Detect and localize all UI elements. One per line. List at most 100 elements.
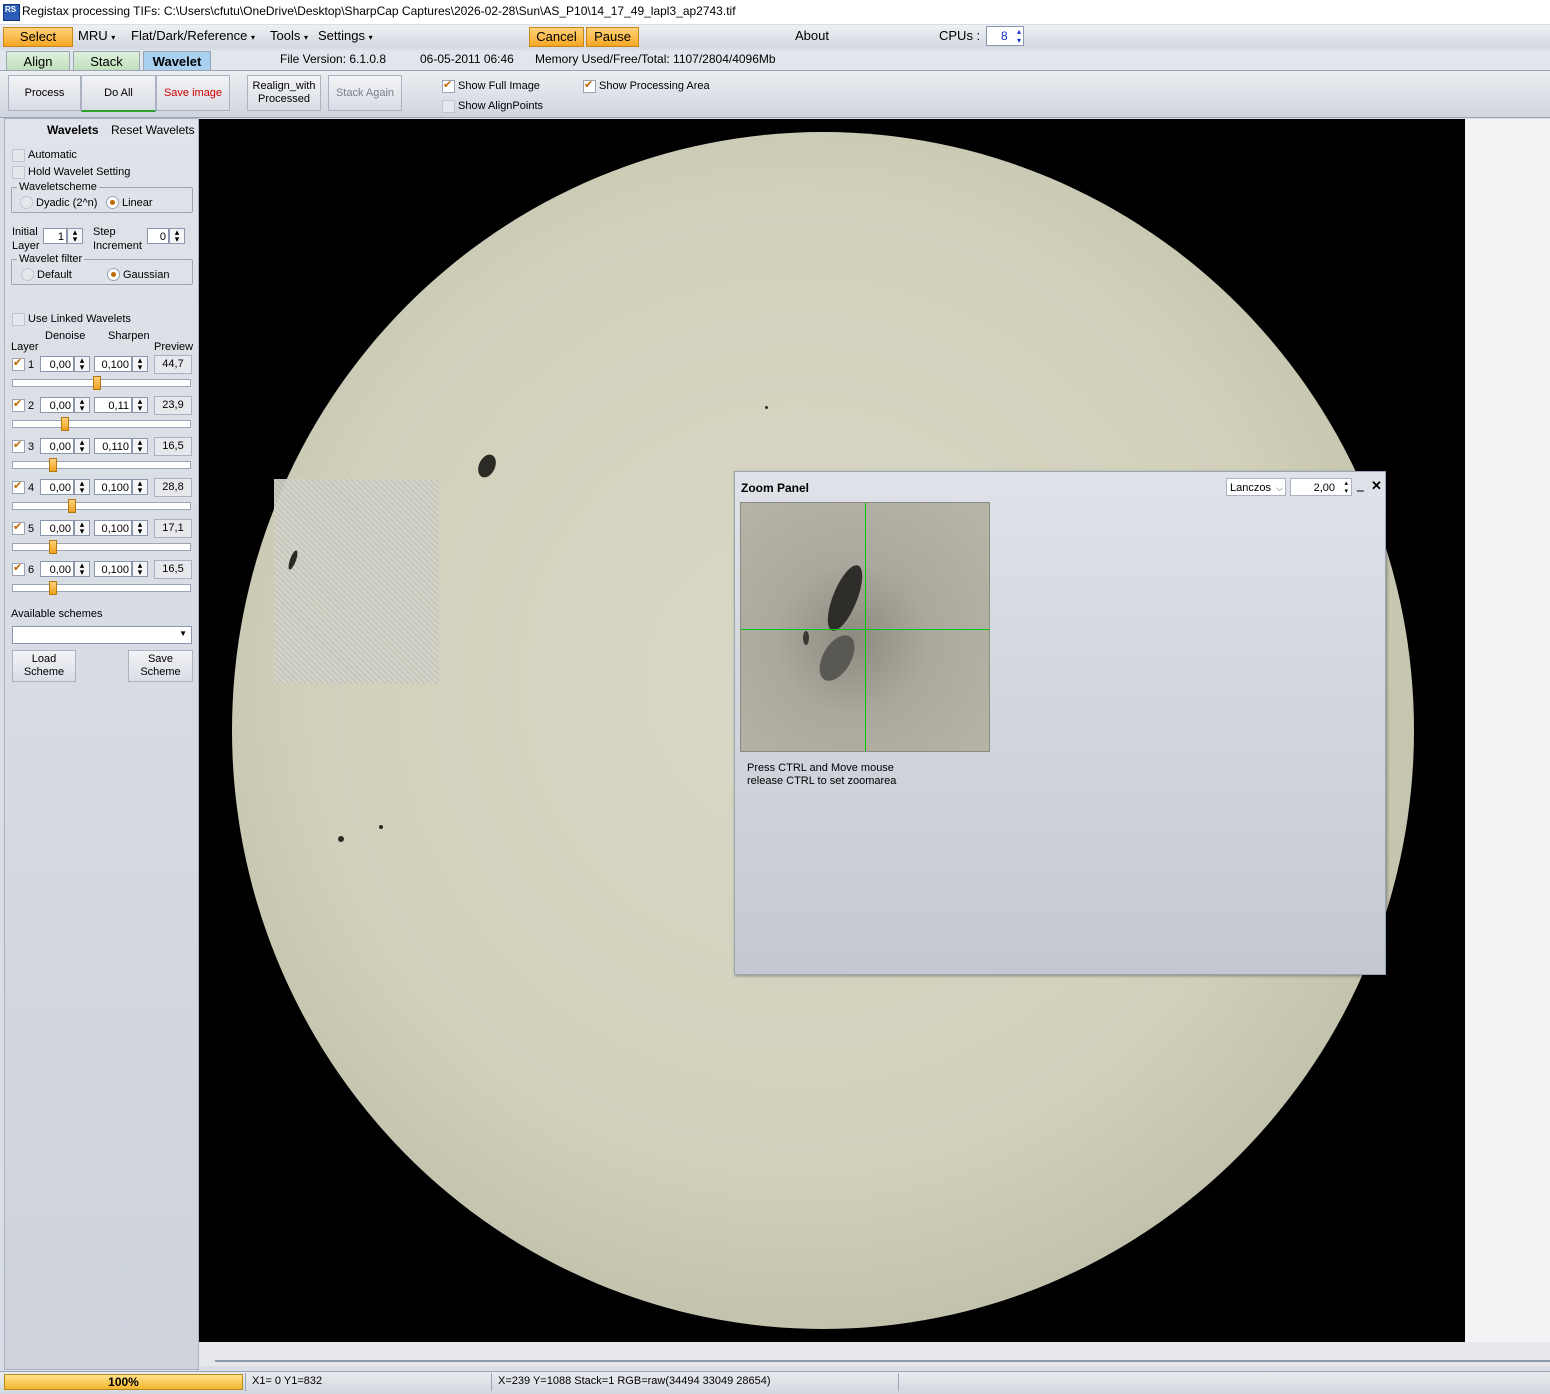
zoom-panel[interactable]: Zoom Panel Lanczos ⌵ 2,00 ▴ ▾ ‗ ✕ Press C… xyxy=(734,471,1386,975)
layer-preview-value[interactable]: 23,9 xyxy=(154,396,192,415)
layer-sharpen-slider[interactable] xyxy=(12,417,191,431)
realign-processed-button[interactable]: Realign_with Processed xyxy=(247,75,321,111)
layer-denoise-input[interactable]: 0,00 xyxy=(40,438,74,454)
layer-denoise-input[interactable]: 0,00 xyxy=(40,397,74,413)
sharpen-spin-icon[interactable]: ▴ ▾ xyxy=(132,438,148,454)
denoise-spin-icon[interactable]: ▴ ▾ xyxy=(74,520,90,536)
layer-sharpen-input[interactable]: 0,100 xyxy=(94,561,132,577)
save-image-button[interactable]: Save image xyxy=(156,75,230,111)
schemes-dropdown[interactable]: ▼ xyxy=(12,626,192,644)
menu-flat-dark-reference[interactable]: Flat/Dark/Reference ▾ xyxy=(131,28,255,43)
reset-wavelets-button[interactable]: Reset Wavelets xyxy=(111,123,195,137)
denoise-spin-icon[interactable]: ▴ ▾ xyxy=(74,397,90,413)
scrollbar-track[interactable] xyxy=(215,1360,1550,1362)
menu-about[interactable]: About xyxy=(795,28,829,43)
chevron-down-icon: ▾ xyxy=(111,33,116,42)
show-processing-area-checkbox[interactable] xyxy=(583,78,596,93)
process-button[interactable]: Process xyxy=(8,75,81,111)
step-increment-input[interactable]: 0 xyxy=(147,228,169,244)
layer-denoise-input[interactable]: 0,00 xyxy=(40,561,74,577)
layer-sharpen-slider[interactable] xyxy=(12,540,191,554)
sharpen-spin-icon[interactable]: ▴ ▾ xyxy=(132,520,148,536)
load-scheme-button[interactable]: Load Scheme xyxy=(12,650,76,682)
layer-enable-checkbox[interactable] xyxy=(12,397,25,412)
layer-enable-checkbox[interactable] xyxy=(12,520,25,535)
filter-default-radio[interactable] xyxy=(21,268,34,281)
slider-thumb[interactable] xyxy=(49,458,57,472)
denoise-spin-icon[interactable]: ▴ ▾ xyxy=(74,356,90,372)
cpus-spinner[interactable]: 8 ▴ ▾ xyxy=(986,26,1024,46)
sunspot xyxy=(765,406,768,409)
show-full-image-checkbox[interactable] xyxy=(442,78,455,93)
layer-sharpen-slider[interactable] xyxy=(12,499,191,513)
layer-sharpen-input[interactable]: 0,11 xyxy=(94,397,132,413)
layer-denoise-input[interactable]: 0,00 xyxy=(40,356,74,372)
tab-stack[interactable]: Stack xyxy=(73,51,140,70)
menu-mru[interactable]: MRU ▾ xyxy=(78,28,115,43)
dyadic-radio[interactable] xyxy=(20,196,33,209)
layer-sharpen-input[interactable]: 0,100 xyxy=(94,356,132,372)
layer-header: Layer xyxy=(11,341,39,353)
layer-sharpen-input[interactable]: 0,100 xyxy=(94,479,132,495)
layer-sharpen-input[interactable]: 0,110 xyxy=(94,438,132,454)
wavelet-panel: Wavelets Reset Wavelets Automatic Hold W… xyxy=(4,118,199,1370)
layer-sharpen-slider[interactable] xyxy=(12,581,191,595)
slider-thumb[interactable] xyxy=(61,417,69,431)
initial-layer-input[interactable]: 1 xyxy=(43,228,67,244)
sharpen-spin-icon[interactable]: ▴ ▾ xyxy=(132,356,148,372)
tab-wavelet[interactable]: Wavelet xyxy=(143,51,211,70)
hold-wavelet-label: Hold Wavelet Setting xyxy=(28,166,131,178)
layer-sharpen-slider[interactable] xyxy=(12,458,191,472)
layer-preview-value[interactable]: 16,5 xyxy=(154,560,192,579)
denoise-spin-icon[interactable]: ▴ ▾ xyxy=(74,561,90,577)
select-button[interactable]: Select xyxy=(3,27,73,47)
slider-thumb[interactable] xyxy=(93,376,101,390)
hold-wavelet-checkbox[interactable] xyxy=(12,166,25,179)
horizontal-scrollbar[interactable] xyxy=(199,1342,1550,1366)
layer-preview-value[interactable]: 17,1 xyxy=(154,519,192,538)
sharpen-spin-icon[interactable]: ▴ ▾ xyxy=(132,561,148,577)
sunspot xyxy=(338,836,344,842)
initial-layer-spin-icon[interactable]: ▴ ▾ xyxy=(67,228,83,244)
automatic-checkbox[interactable] xyxy=(12,149,25,162)
stack-again-button[interactable]: Stack Again xyxy=(328,75,402,111)
layer-enable-checkbox[interactable] xyxy=(12,479,25,494)
slider-thumb[interactable] xyxy=(68,499,76,513)
layer-denoise-input[interactable]: 0,00 xyxy=(40,520,74,536)
do-all-button[interactable]: Do All xyxy=(81,75,156,112)
spin-arrows-icon[interactable]: ▴ ▾ xyxy=(1344,480,1348,496)
layer-preview-value[interactable]: 28,8 xyxy=(154,478,192,497)
layer-enable-checkbox[interactable] xyxy=(12,356,25,371)
denoise-spin-icon[interactable]: ▴ ▾ xyxy=(74,479,90,495)
sharpen-spin-icon[interactable]: ▴ ▾ xyxy=(132,397,148,413)
pause-button[interactable]: Pause xyxy=(586,27,639,47)
layer-sharpen-slider[interactable] xyxy=(12,376,191,390)
sharpen-header: Sharpen xyxy=(108,330,150,342)
menu-tools[interactable]: Tools ▾ xyxy=(270,28,308,43)
minimize-icon[interactable]: ‗ xyxy=(1357,478,1364,492)
step-increment-spin-icon[interactable]: ▴ ▾ xyxy=(169,228,185,244)
layer-enable-checkbox[interactable] xyxy=(12,561,25,576)
cancel-button[interactable]: Cancel xyxy=(529,27,584,47)
zoom-filter-select[interactable]: Lanczos ⌵ xyxy=(1226,478,1286,496)
sharpen-spin-icon[interactable]: ▴ ▾ xyxy=(132,479,148,495)
layer-preview-value[interactable]: 16,5 xyxy=(154,437,192,456)
menu-settings[interactable]: Settings ▾ xyxy=(318,28,373,43)
denoise-spin-icon[interactable]: ▴ ▾ xyxy=(74,438,90,454)
layer-sharpen-input[interactable]: 0,100 xyxy=(94,520,132,536)
use-linked-wavelets-checkbox[interactable] xyxy=(12,313,25,326)
layer-preview-value[interactable]: 44,7 xyxy=(154,355,192,374)
filter-gaussian-radio[interactable] xyxy=(107,268,120,281)
close-icon[interactable]: ✕ xyxy=(1371,478,1382,494)
layer-denoise-input[interactable]: 0,00 xyxy=(40,479,74,495)
zoom-factor-spinner[interactable]: 2,00 ▴ ▾ xyxy=(1290,478,1352,496)
linear-radio[interactable] xyxy=(106,196,119,209)
spin-arrows-icon[interactable]: ▴ ▾ xyxy=(1017,27,1021,45)
memory-info: Memory Used/Free/Total: 1107/2804/4096Mb xyxy=(535,52,776,66)
save-scheme-button[interactable]: Save Scheme xyxy=(128,650,193,682)
tab-align[interactable]: Align xyxy=(6,51,70,70)
slider-thumb[interactable] xyxy=(49,581,57,595)
slider-thumb[interactable] xyxy=(49,540,57,554)
layer-enable-checkbox[interactable] xyxy=(12,438,25,453)
show-alignpoints-checkbox[interactable] xyxy=(442,100,455,113)
